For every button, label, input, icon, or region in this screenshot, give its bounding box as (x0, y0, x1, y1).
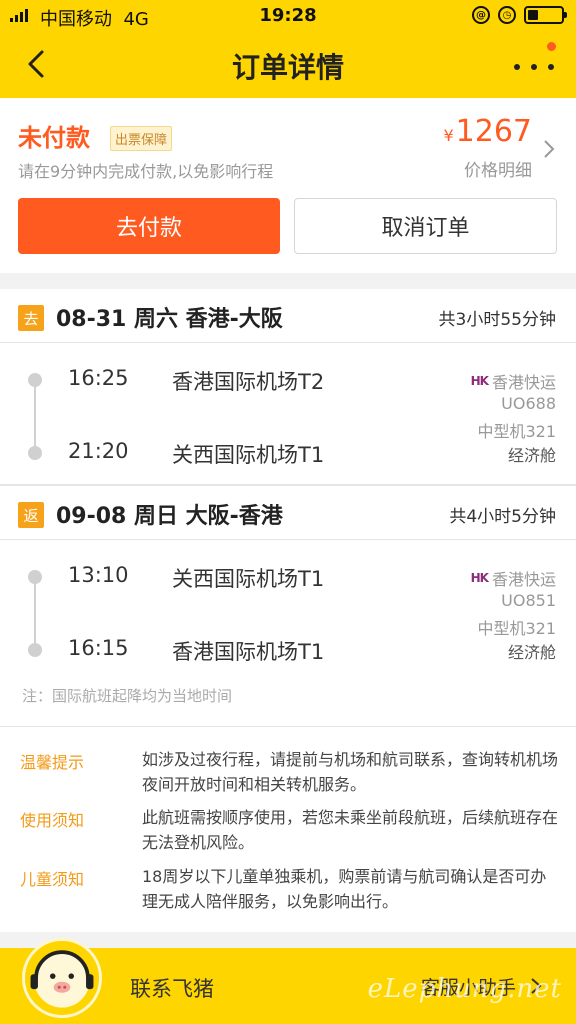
notification-dot (547, 42, 556, 51)
flight-number: UO851 (501, 591, 556, 610)
timeline-line (34, 582, 36, 644)
flight-details: 去 08-31 周六 香港-大阪 共3小时55分钟 16:25 香港国际机场T2… (0, 289, 576, 932)
tip-text: 18周岁以下儿童单独乘机，购票前请与航司确认是否可办理无成人陪伴服务，以免影响出… (142, 867, 547, 911)
aircraft-type: 中型机321 (477, 619, 556, 638)
depart-airport: 香港国际机场T2 (172, 370, 325, 394)
local-time-note: 注：国际航班起降均为当地时间 (22, 687, 233, 705)
price-value: 1267 (455, 114, 532, 149)
more-options-icon[interactable] (514, 52, 554, 82)
payment-hint: 请在9分钟内完成付款,以免影响行程 (18, 162, 274, 181)
segment-tag: 去 (18, 305, 44, 331)
timeline-dot (28, 643, 42, 657)
aircraft-type: 中型机321 (477, 422, 556, 441)
alarm-icon: ◷ (498, 6, 516, 24)
order-status: 未付款 (18, 124, 90, 152)
airline-name: 香港快运 (491, 373, 556, 392)
status-bar: 中国移动 4G 19:28 @ ◷ (0, 0, 576, 32)
airline-name: 香港快运 (491, 570, 556, 589)
depart-time: 13:10 (68, 563, 129, 587)
arrive-time: 16:15 (68, 636, 129, 660)
tip-text: 如涉及过夜行程，请提前与机场和航司联系，查询转机机场夜间开放时间和相关转机服务。 (142, 750, 559, 794)
section-divider (0, 726, 576, 727)
segment-tag: 返 (18, 502, 44, 528)
watermark-text: eLephung.net (367, 974, 562, 1004)
cancel-order-button[interactable]: 取消订单 (294, 198, 557, 254)
rotation-lock-icon: @ (472, 6, 490, 24)
airline-logo-icon: HK (470, 374, 489, 388)
cabin-class: 经济舱 (507, 643, 556, 662)
segment-header: 返 09-08 周日 大阪-香港 共4小时5分钟 (0, 486, 576, 540)
bottom-bar: 联系飞猪 客服小助手 eLephung.net (0, 938, 576, 1024)
segment-duration: 共4小时5分钟 (449, 507, 556, 527)
page-title: 订单详情 (231, 51, 344, 84)
chevron-right-icon[interactable] (542, 138, 556, 160)
depart-time: 16:25 (68, 366, 129, 390)
airline-info: HK 香港快运 (471, 369, 556, 393)
tip-label: 温馨提示 (20, 753, 85, 772)
airline-info: HK 香港快运 (471, 566, 556, 590)
timeline-dot (28, 446, 42, 460)
price-detail-link[interactable]: 价格明细 (464, 156, 532, 181)
tip-label: 使用须知 (20, 811, 85, 830)
cabin-class: 经济舱 (507, 446, 556, 465)
pay-button[interactable]: 去付款 (18, 198, 280, 254)
segment-title: 08-31 周六 香港-大阪 (56, 307, 283, 332)
arrive-time: 21:20 (68, 439, 129, 463)
currency-symbol: ¥ (443, 126, 454, 145)
battery-icon (524, 6, 567, 24)
pig-mascot-avatar-icon[interactable] (22, 938, 102, 1018)
guarantee-badge: 出票保障 (110, 126, 173, 151)
nav-bar: 订单详情 (0, 32, 576, 98)
segment-title: 09-08 周日 大阪-香港 (56, 504, 283, 529)
arrive-airport: 关西国际机场T1 (172, 443, 325, 467)
payment-card: 未付款 出票保障 请在9分钟内完成付款,以免影响行程 ¥1267 价格明细 去付… (0, 98, 576, 273)
depart-airport: 关西国际机场T1 (172, 567, 325, 591)
airline-logo-icon: HK (470, 571, 489, 585)
segment-duration: 共3小时55分钟 (438, 310, 556, 330)
tip-text: 此航班需按顺序使用，若您未乘坐前段航班，后续航班存在无法登机风险。 (142, 808, 559, 852)
timeline-line (34, 385, 36, 447)
arrive-airport: 香港国际机场T1 (172, 640, 325, 664)
contact-fliggy[interactable]: 联系飞猪 (130, 973, 214, 1003)
segment-header: 去 08-31 周六 香港-大阪 共3小时55分钟 (0, 289, 576, 343)
tip-label: 儿童须知 (20, 870, 85, 889)
flight-number: UO688 (501, 394, 556, 413)
price: ¥1267 (443, 114, 532, 149)
